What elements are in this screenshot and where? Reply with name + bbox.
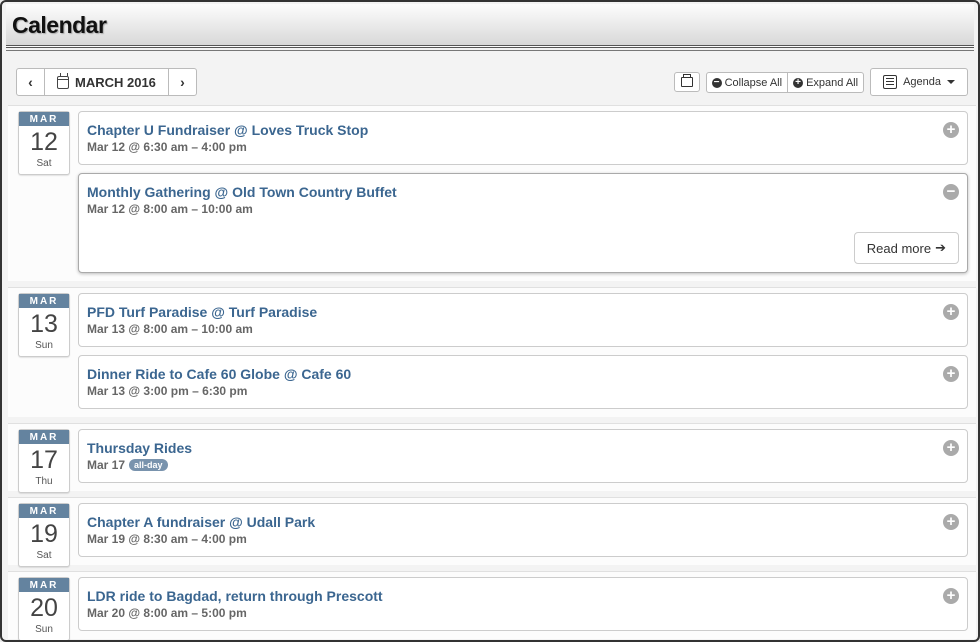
next-month-button[interactable]: › bbox=[167, 69, 196, 95]
event-card[interactable]: LDR ride to Bagdad, return through Presc… bbox=[78, 577, 968, 631]
collapse-event-icon[interactable]: − bbox=[943, 184, 959, 200]
event-time-text: Mar 20 @ 8:00 am – 5:00 pm bbox=[87, 606, 247, 620]
date-day-number: 12 bbox=[30, 128, 58, 156]
view-tools: − Collapse All + Expand All Agenda bbox=[673, 68, 968, 96]
event-title[interactable]: LDR ride to Bagdad, return through Presc… bbox=[87, 588, 957, 604]
event-title[interactable]: Chapter A fundraiser @ Udall Park bbox=[87, 514, 957, 530]
month-navigation: ‹ MARCH 2016 › bbox=[16, 68, 197, 96]
event-time: Mar 19 @ 8:30 am – 4:00 pm bbox=[87, 532, 957, 546]
minus-circle-icon: − bbox=[711, 77, 722, 88]
event-card[interactable]: PFD Turf Paradise @ Turf Paradise Mar 13… bbox=[78, 293, 968, 347]
print-button[interactable] bbox=[673, 72, 700, 92]
event-time-text: Mar 12 @ 6:30 am – 4:00 pm bbox=[87, 140, 247, 154]
event-title[interactable]: Monthly Gathering @ Old Town Country Buf… bbox=[87, 184, 957, 200]
all-day-badge: all-day bbox=[129, 459, 168, 471]
date-month: MAR bbox=[19, 112, 69, 126]
date-day-number: 20 bbox=[30, 594, 58, 622]
plus-circle-icon: + bbox=[793, 77, 804, 88]
collapse-all-label: Collapse All bbox=[724, 76, 783, 89]
event-time: Mar 12 @ 8:00 am – 10:00 am bbox=[87, 202, 957, 216]
collapse-all-button[interactable]: − Collapse All bbox=[707, 73, 787, 92]
date-month: MAR bbox=[19, 504, 69, 518]
event-title[interactable]: Thursday Rides bbox=[87, 440, 957, 456]
date-day-number: 13 bbox=[30, 310, 58, 338]
view-mode-label: Agenda bbox=[903, 76, 941, 88]
event-title[interactable]: PFD Turf Paradise @ Turf Paradise bbox=[87, 304, 957, 320]
date-weekday: Sun bbox=[35, 340, 53, 351]
date-month: MAR bbox=[19, 294, 69, 308]
event-time-text: Mar 13 @ 8:00 am – 10:00 am bbox=[87, 322, 253, 336]
agenda-day: MAR 13 Sun PFD Turf Paradise @ Turf Para… bbox=[8, 287, 976, 417]
date-badge: MAR 13 Sun bbox=[18, 293, 70, 357]
read-more-button[interactable]: Read more ➔ bbox=[853, 232, 959, 264]
expand-all-button[interactable]: + Expand All bbox=[787, 73, 863, 92]
caret-down-icon bbox=[947, 80, 955, 84]
date-badge: MAR 12 Sat bbox=[18, 111, 70, 175]
date-weekday: Sun bbox=[35, 624, 53, 635]
agenda-day: MAR 12 Sat Chapter U Fundraiser @ Loves … bbox=[8, 105, 976, 281]
date-weekday: Sat bbox=[36, 158, 52, 169]
date-badge: MAR 20 Sun bbox=[18, 577, 70, 640]
chevron-right-icon: › bbox=[180, 74, 185, 90]
arrow-right-icon: ➔ bbox=[935, 240, 946, 255]
event-card[interactable]: Dinner Ride to Cafe 60 Globe @ Cafe 60 M… bbox=[78, 355, 968, 409]
page-title: Calendar bbox=[12, 12, 107, 38]
event-time: Mar 12 @ 6:30 am – 4:00 pm bbox=[87, 140, 957, 154]
event-time-text: Mar 13 @ 3:00 pm – 6:30 pm bbox=[87, 384, 248, 398]
view-mode-dropdown[interactable]: Agenda bbox=[870, 68, 968, 96]
month-label: MARCH 2016 bbox=[75, 74, 156, 90]
event-card[interactable]: Chapter U Fundraiser @ Loves Truck Stop … bbox=[78, 111, 968, 165]
event-title[interactable]: Chapter U Fundraiser @ Loves Truck Stop bbox=[87, 122, 957, 138]
expand-event-icon[interactable]: + bbox=[943, 366, 959, 382]
date-day-number: 17 bbox=[30, 446, 58, 474]
event-time-text: Mar 12 @ 8:00 am – 10:00 am bbox=[87, 202, 253, 216]
expand-event-icon[interactable]: + bbox=[943, 304, 959, 320]
agenda-day: MAR 20 Sun LDR ride to Bagdad, return th… bbox=[8, 571, 976, 640]
event-card-expanded[interactable]: Monthly Gathering @ Old Town Country Buf… bbox=[78, 173, 968, 273]
date-weekday: Sat bbox=[36, 550, 52, 561]
event-time: Mar 17 all-day bbox=[87, 458, 957, 472]
event-time: Mar 13 @ 3:00 pm – 6:30 pm bbox=[87, 384, 957, 398]
date-badge: MAR 17 Thu bbox=[18, 429, 70, 493]
agenda-list: MAR 12 Sat Chapter U Fundraiser @ Loves … bbox=[8, 105, 976, 640]
event-time: Mar 13 @ 8:00 am – 10:00 am bbox=[87, 322, 957, 336]
event-card[interactable]: Chapter A fundraiser @ Udall Park Mar 19… bbox=[78, 503, 968, 557]
month-picker-button[interactable]: MARCH 2016 bbox=[45, 69, 168, 95]
event-title[interactable]: Dinner Ride to Cafe 60 Globe @ Cafe 60 bbox=[87, 366, 957, 382]
collapse-expand-group: − Collapse All + Expand All bbox=[705, 72, 865, 93]
expand-event-icon[interactable]: + bbox=[943, 440, 959, 456]
event-time-text: Mar 17 bbox=[87, 458, 126, 472]
date-day-number: 19 bbox=[30, 520, 58, 548]
date-month: MAR bbox=[19, 578, 69, 592]
prev-month-button[interactable]: ‹ bbox=[17, 69, 45, 95]
date-month: MAR bbox=[19, 430, 69, 444]
read-more-label: Read more bbox=[866, 240, 932, 256]
title-divider bbox=[6, 50, 974, 51]
expand-event-icon[interactable]: + bbox=[943, 588, 959, 604]
calendar-toolbar: ‹ MARCH 2016 › − Collapse All + Expand A… bbox=[16, 68, 976, 98]
expand-event-icon[interactable]: + bbox=[943, 122, 959, 138]
expand-all-label: Expand All bbox=[806, 76, 859, 89]
calendar-window: Calendar ‹ MARCH 2016 › − Collapse All + bbox=[0, 0, 980, 642]
chevron-left-icon: ‹ bbox=[28, 74, 33, 90]
event-time-text: Mar 19 @ 8:30 am – 4:00 pm bbox=[87, 532, 247, 546]
agenda-list-icon bbox=[883, 75, 898, 89]
date-weekday: Thu bbox=[35, 476, 53, 487]
calendar-icon bbox=[57, 72, 69, 89]
title-bar: Calendar bbox=[6, 4, 974, 51]
expand-event-icon[interactable]: + bbox=[943, 514, 959, 530]
agenda-day: MAR 19 Sat Chapter A fundraiser @ Udall … bbox=[8, 497, 976, 567]
event-card[interactable]: Thursday Rides Mar 17 all-day + bbox=[78, 429, 968, 483]
printer-icon bbox=[680, 74, 693, 87]
event-time: Mar 20 @ 8:00 am – 5:00 pm bbox=[87, 606, 957, 620]
date-badge: MAR 19 Sat bbox=[18, 503, 70, 567]
agenda-day: MAR 17 Thu Thursday Rides Mar 17 all-day… bbox=[8, 423, 976, 493]
